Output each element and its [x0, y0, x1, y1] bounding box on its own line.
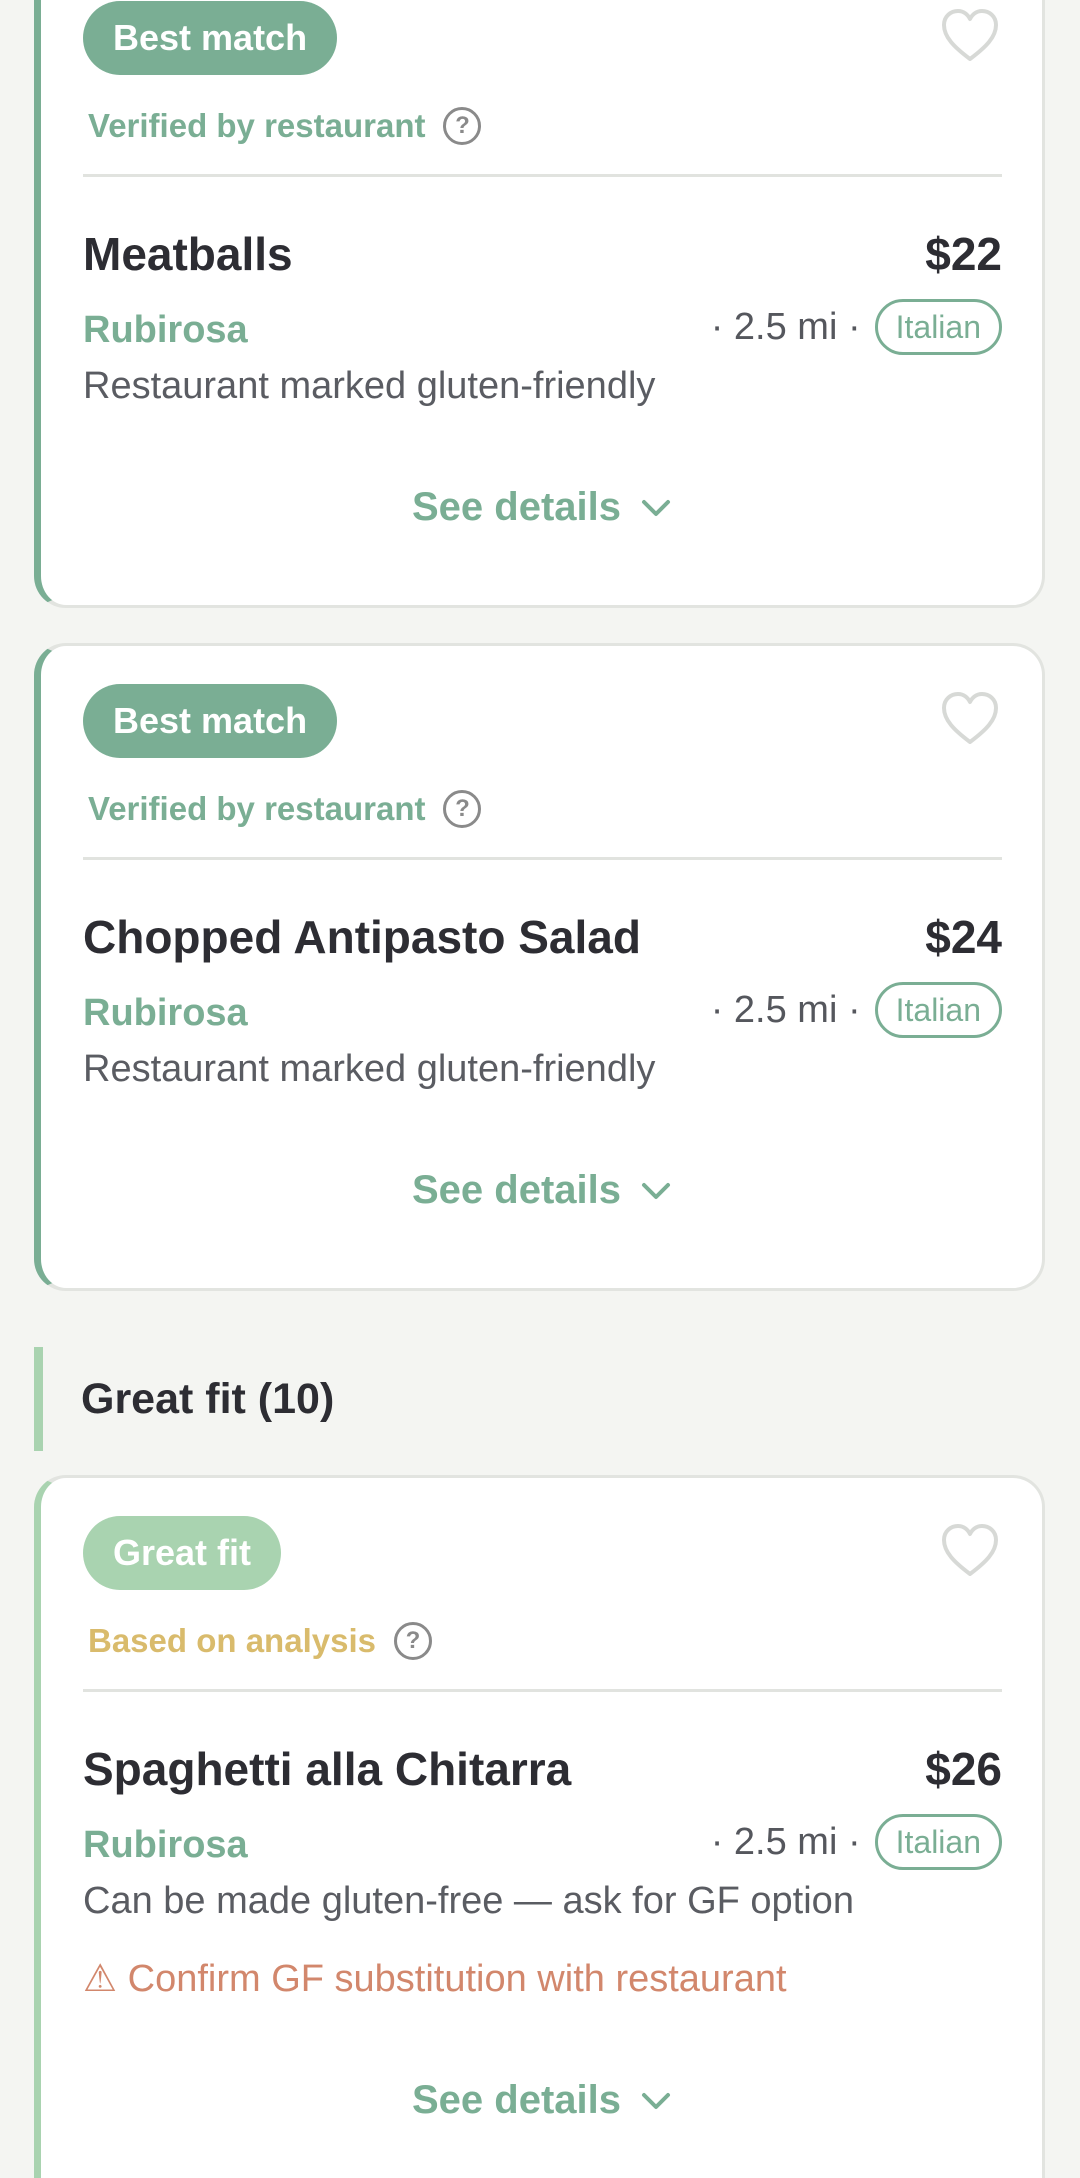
dish-name: Chopped Antipasto Salad: [83, 911, 641, 963]
best-match-badge: Best match: [83, 1, 338, 75]
dish-price: $22: [925, 228, 1002, 280]
see-details-label: See details: [411, 2078, 621, 2122]
distance: · 2.5 mi ·: [710, 305, 861, 348]
see-details-label: See details: [411, 1168, 621, 1212]
verification-label: Verified by restaurant: [88, 790, 426, 827]
cuisine-tag: Italian: [874, 982, 1002, 1038]
gluten-note: Can be made gluten-free — ask for GF opt…: [83, 1880, 854, 1922]
gluten-note: Restaurant marked gluten-friendly: [83, 365, 656, 407]
section-title: Great fit (10): [81, 1374, 335, 1423]
divider: [83, 174, 1002, 177]
distance: · 2.5 mi ·: [710, 988, 861, 1031]
restaurant-name[interactable]: Rubirosa: [83, 1824, 248, 1867]
verification-label: Verified by restaurant: [88, 107, 426, 144]
restaurant-name[interactable]: Rubirosa: [83, 309, 248, 352]
best-match-badge: Best match: [83, 684, 338, 758]
restaurant-name[interactable]: Rubirosa: [83, 992, 248, 1035]
dish-price: $24: [925, 911, 1002, 963]
heart-icon[interactable]: [940, 1522, 1000, 1580]
heart-icon[interactable]: [940, 7, 1000, 65]
restaurant-meta: · 2.5 mi · Italian: [711, 1814, 1002, 1870]
chevron-down-icon: [642, 499, 670, 516]
dish-name: Meatballs: [83, 228, 293, 280]
dish-card[interactable]: Great fit Based on analysis ? Spaghetti …: [34, 1475, 1045, 2178]
see-details-button[interactable]: See details: [41, 1168, 1042, 1213]
cuisine-tag: Italian: [874, 1814, 1002, 1870]
see-details-label: See details: [411, 485, 621, 529]
verification-label: Based on analysis: [88, 1622, 376, 1659]
restaurant-meta: · 2.5 mi · Italian: [711, 982, 1002, 1038]
verification-status: Verified by restaurant ?: [88, 107, 482, 145]
divider: [83, 857, 1002, 860]
restaurant-meta: · 2.5 mi · Italian: [711, 299, 1002, 355]
cuisine-tag: Italian: [874, 299, 1002, 355]
section-header-great-fit: Great fit (10): [34, 1347, 1045, 1451]
results-feed: Best match Verified by restaurant ? Meat…: [0, 0, 1080, 2178]
question-circle-icon[interactable]: ?: [443, 107, 482, 145]
divider: [83, 1689, 1002, 1692]
heart-icon[interactable]: [940, 690, 1000, 748]
question-circle-icon[interactable]: ?: [443, 790, 482, 828]
dish-card[interactable]: Best match Verified by restaurant ? Chop…: [34, 643, 1045, 1291]
dish-name: Spaghetti alla Chitarra: [83, 1743, 572, 1795]
dish-price: $26: [925, 1743, 1002, 1795]
chevron-down-icon: [642, 1182, 670, 1199]
substitution-warning: ⚠ Confirm GF substitution with restauran…: [83, 1958, 787, 2000]
verification-status: Verified by restaurant ?: [88, 790, 482, 828]
see-details-button[interactable]: See details: [41, 485, 1042, 530]
dish-card[interactable]: Best match Verified by restaurant ? Meat…: [34, 0, 1045, 608]
great-fit-badge: Great fit: [83, 1516, 282, 1590]
distance: · 2.5 mi ·: [710, 1820, 861, 1863]
chevron-down-icon: [642, 2092, 670, 2109]
see-details-button[interactable]: See details: [41, 2078, 1042, 2123]
question-circle-icon[interactable]: ?: [393, 1622, 432, 1660]
verification-status: Based on analysis ?: [88, 1622, 432, 1660]
gluten-note: Restaurant marked gluten-friendly: [83, 1048, 656, 1090]
